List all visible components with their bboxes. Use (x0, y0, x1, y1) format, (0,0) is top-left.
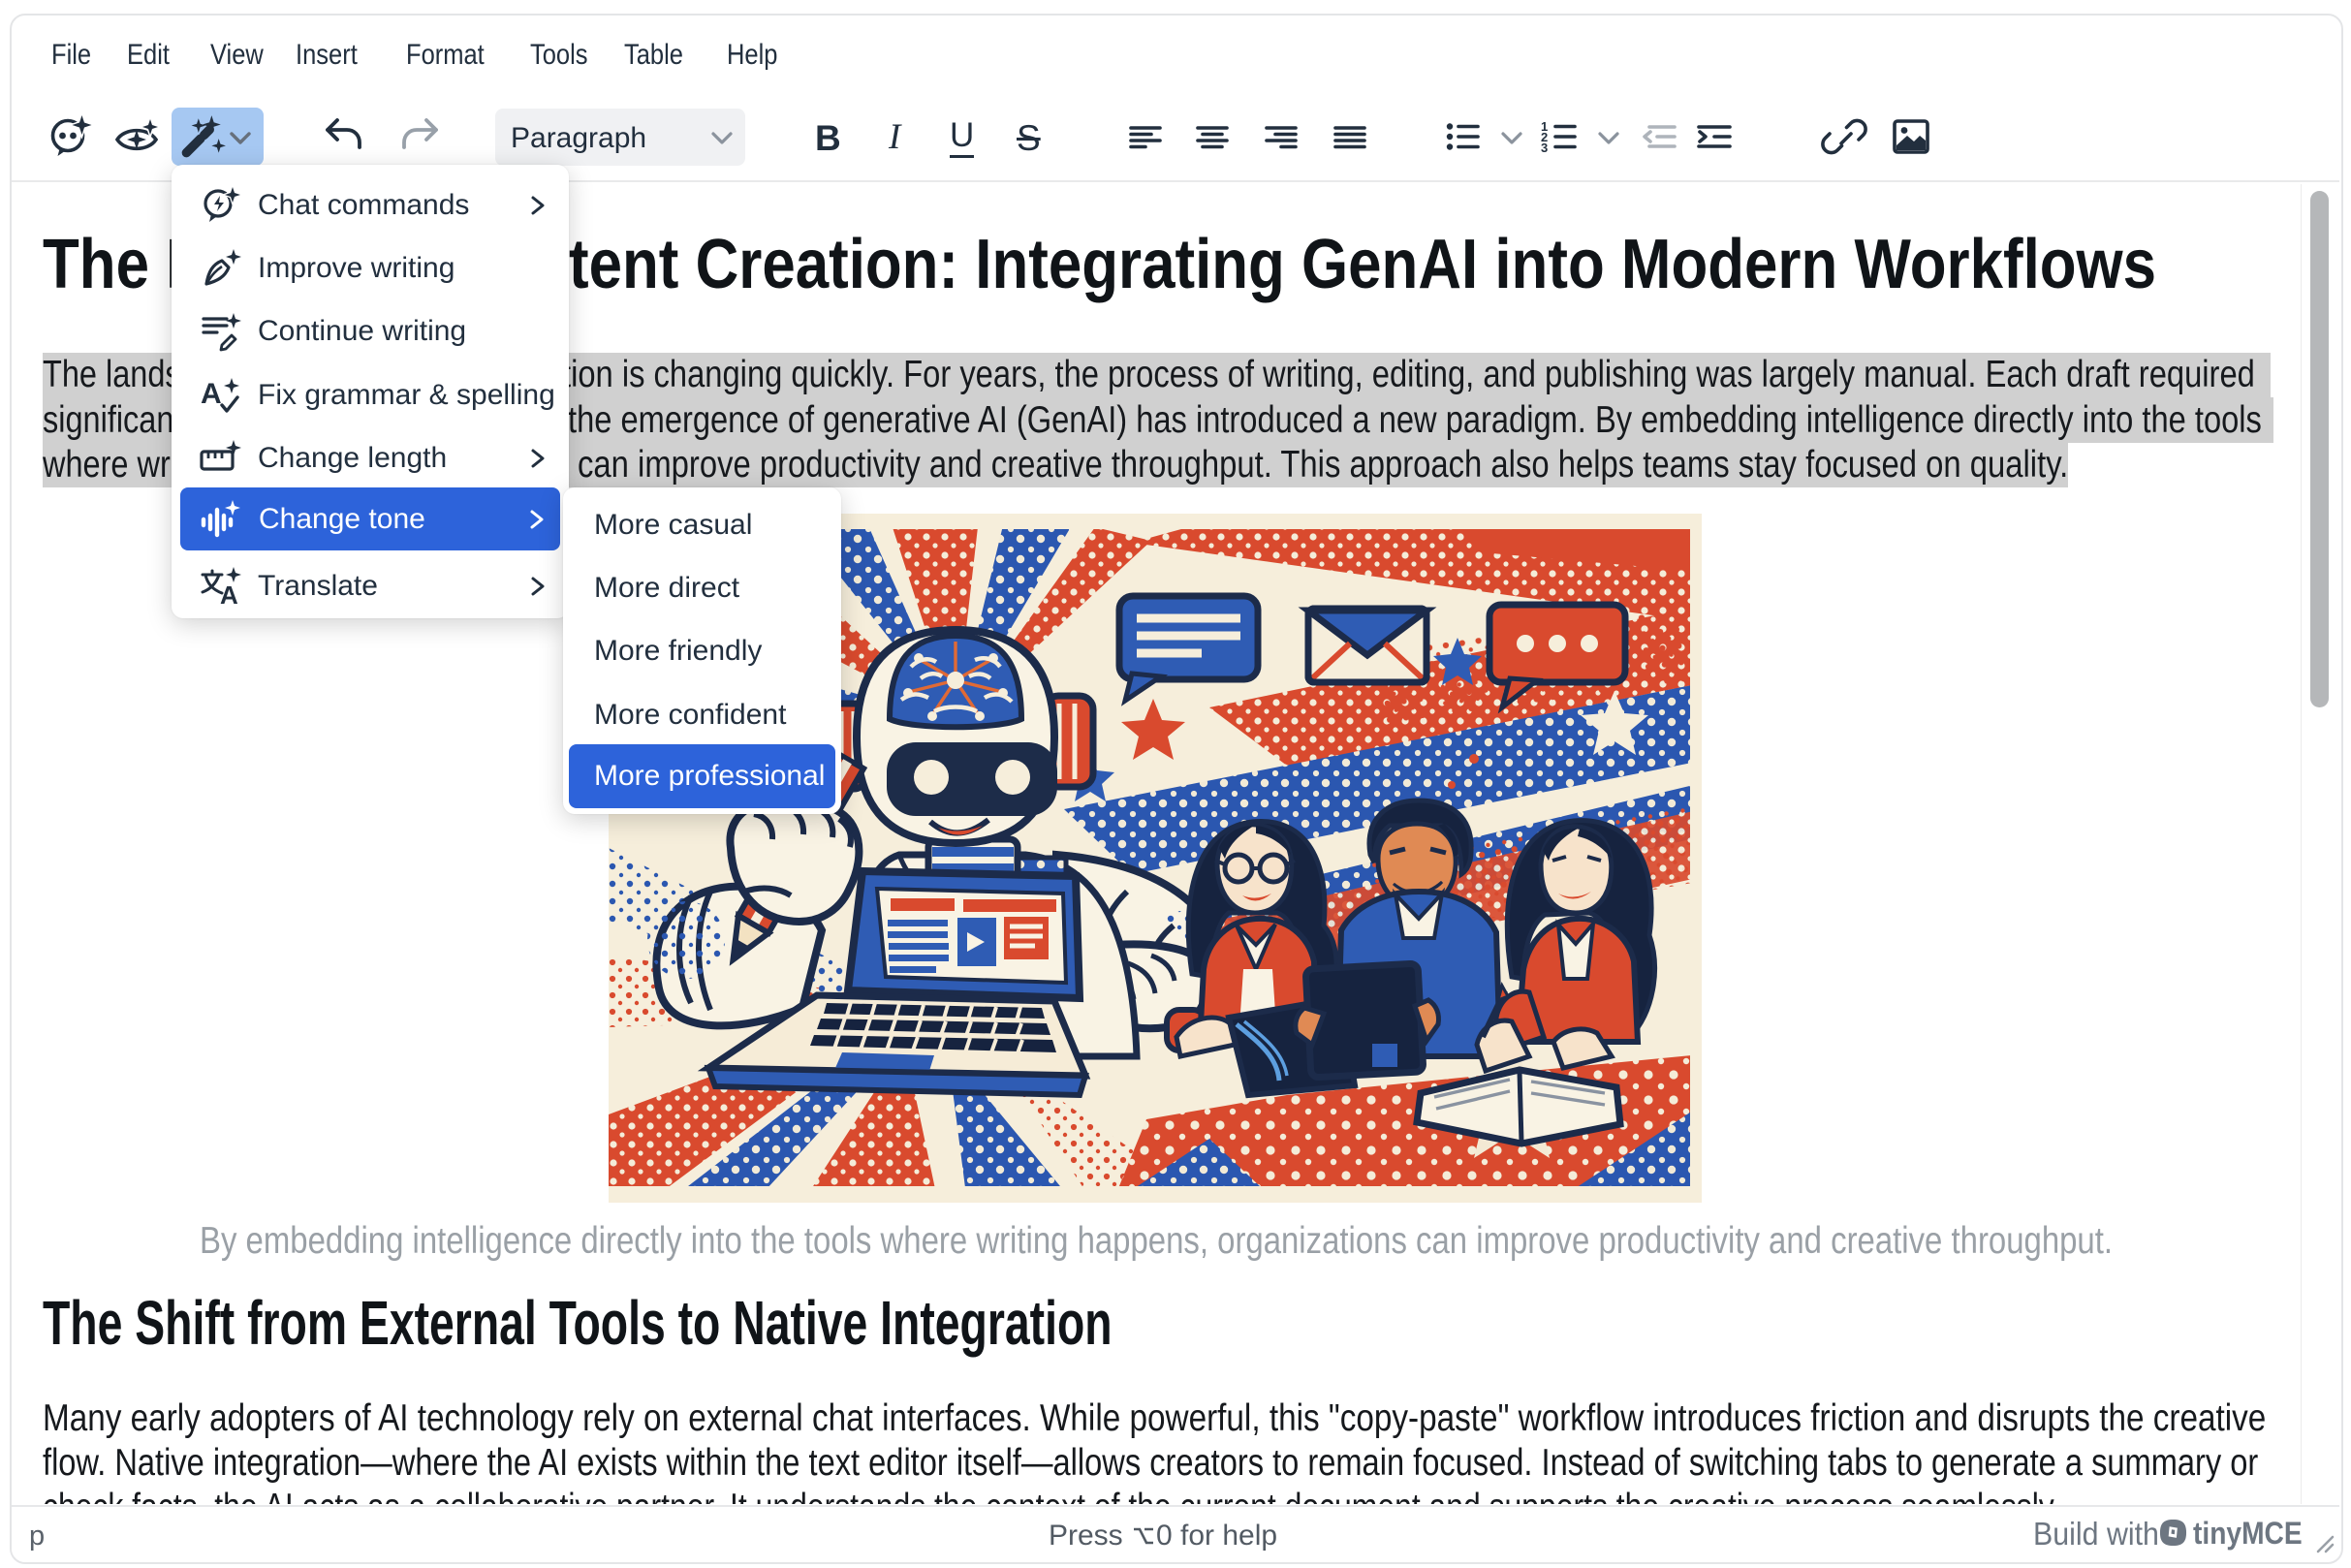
svg-text:A: A (220, 580, 238, 608)
svg-text:3: 3 (1541, 141, 1548, 155)
svg-text:A: A (201, 378, 222, 410)
